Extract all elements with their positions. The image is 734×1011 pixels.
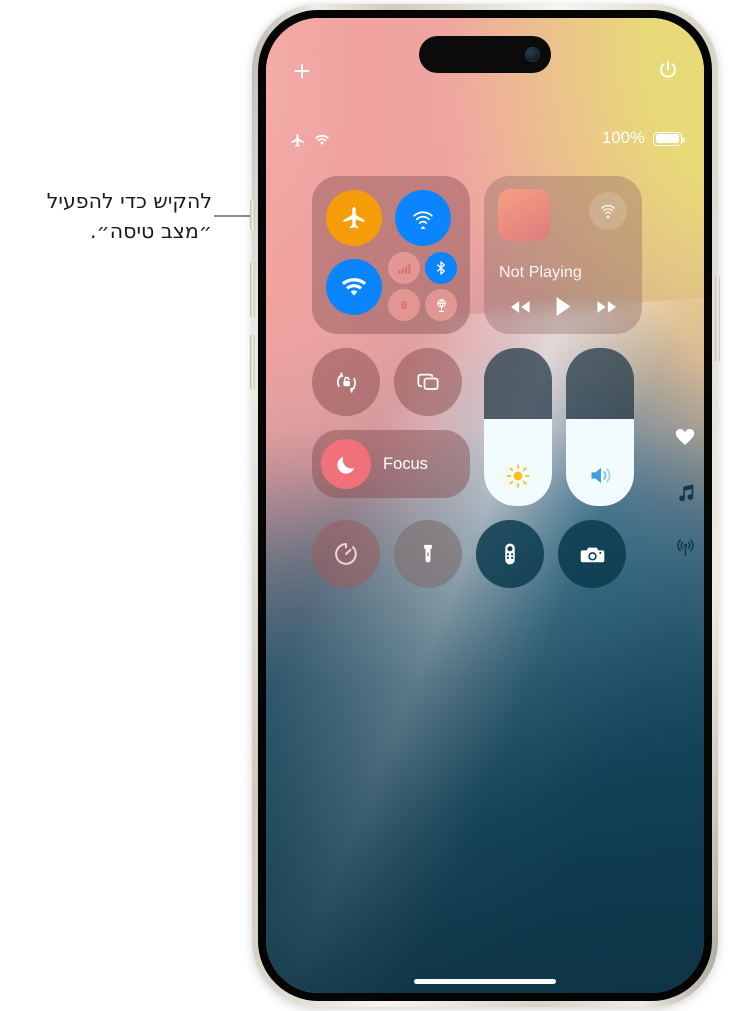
airdrop-icon [408,203,438,233]
airplane-icon [289,132,306,149]
now-playing-label: Not Playing [499,264,582,281]
media-controls [484,295,642,318]
device-screen: 100% Not Playing Focus [266,18,704,993]
volume-slider[interactable] [566,348,634,506]
battery-icon [653,131,685,146]
airplay-button[interactable] [589,192,627,230]
broadcast-icon[interactable] [675,537,696,558]
airplane-mode-toggle[interactable] [325,189,382,246]
moon-icon [334,452,359,477]
screenshot-root: להקיש כדי להפעיל ״מצב טיסה״. 100% Not Pl… [0,0,734,1011]
callout-text: להקיש כדי להפעיל ״מצב טיסה״. [0,186,212,246]
airplay-audio-icon [596,199,620,223]
timer-icon [331,539,361,569]
callout-line-2: ״מצב טיסה״. [90,219,212,243]
personal-hotspot-toggle[interactable] [388,289,420,321]
iphone-device-frame: 100% Not Playing Focus [250,4,720,1007]
control-center-row-2: Focus [312,348,682,506]
rotation-lock-toggle[interactable] [312,348,380,416]
battery-percentage: 100% [601,129,645,147]
bluetooth-toggle[interactable] [425,252,457,284]
airdrop-toggle[interactable] [394,189,451,246]
control-center-row-3 [312,520,682,588]
wifi-icon [313,131,331,149]
fast-forward-button[interactable] [594,298,620,316]
add-control-button[interactable] [291,60,313,82]
toggles-and-focus-column: Focus [312,348,470,506]
callout-line-1: להקיש כדי להפעיל [46,189,212,213]
flashlight-button[interactable] [394,520,462,588]
apple-tv-remote-button[interactable] [476,520,544,588]
status-bar-right: 100% [601,129,685,148]
bluetooth-icon [433,260,449,276]
focus-toggle[interactable]: Focus [312,430,470,498]
wifi-toggle[interactable] [325,258,382,315]
action-button[interactable] [250,200,255,230]
media-playback-module[interactable]: Not Playing [484,176,642,334]
sliders-group [484,348,634,506]
vpn-toggle[interactable] [425,289,457,321]
device-bezel: 100% Not Playing Focus [258,10,712,1001]
flashlight-icon [414,540,442,568]
screen-mirroring-icon [414,368,442,396]
airplane-icon [340,204,368,232]
screen-mirroring-toggle[interactable] [394,348,462,416]
music-note-icon[interactable] [675,482,696,503]
play-button[interactable] [554,295,573,318]
connectivity-module[interactable] [312,176,470,334]
status-bar-left [289,131,331,149]
power-off-button[interactable] [656,58,680,82]
volume-up-button[interactable] [250,262,255,318]
timer-button[interactable] [312,520,380,588]
vpn-globe-icon [433,297,450,314]
utility-toggles [312,348,470,416]
control-center: Not Playing Focus [312,176,682,588]
rotation-lock-icon [332,368,361,397]
rewind-button[interactable] [507,298,533,316]
brightness-icon [505,463,531,489]
camera-button[interactable] [558,520,626,588]
brightness-slider-fill [484,419,552,506]
volume-icon [587,462,614,489]
camera-icon [578,540,607,569]
volume-slider-fill [566,419,634,506]
dynamic-island [419,36,551,73]
album-artwork [498,189,550,241]
hotspot-icon [396,297,412,313]
cellular-data-toggle[interactable] [388,252,420,284]
home-indicator [414,979,556,984]
volume-down-button[interactable] [250,334,255,390]
brightness-slider[interactable] [484,348,552,506]
secondary-connectivity-toggles [388,252,457,321]
control-center-row-1: Not Playing [312,176,682,334]
heart-icon[interactable] [674,426,696,448]
front-camera-icon [525,47,540,62]
edge-shortcut-icons [674,426,696,558]
focus-icon-circle [321,439,371,489]
power-button[interactable] [715,276,720,362]
remote-icon [496,540,524,568]
focus-label: Focus [383,454,428,473]
cellular-icon [397,261,412,276]
battery-fill [655,134,680,143]
wifi-icon [339,272,369,302]
